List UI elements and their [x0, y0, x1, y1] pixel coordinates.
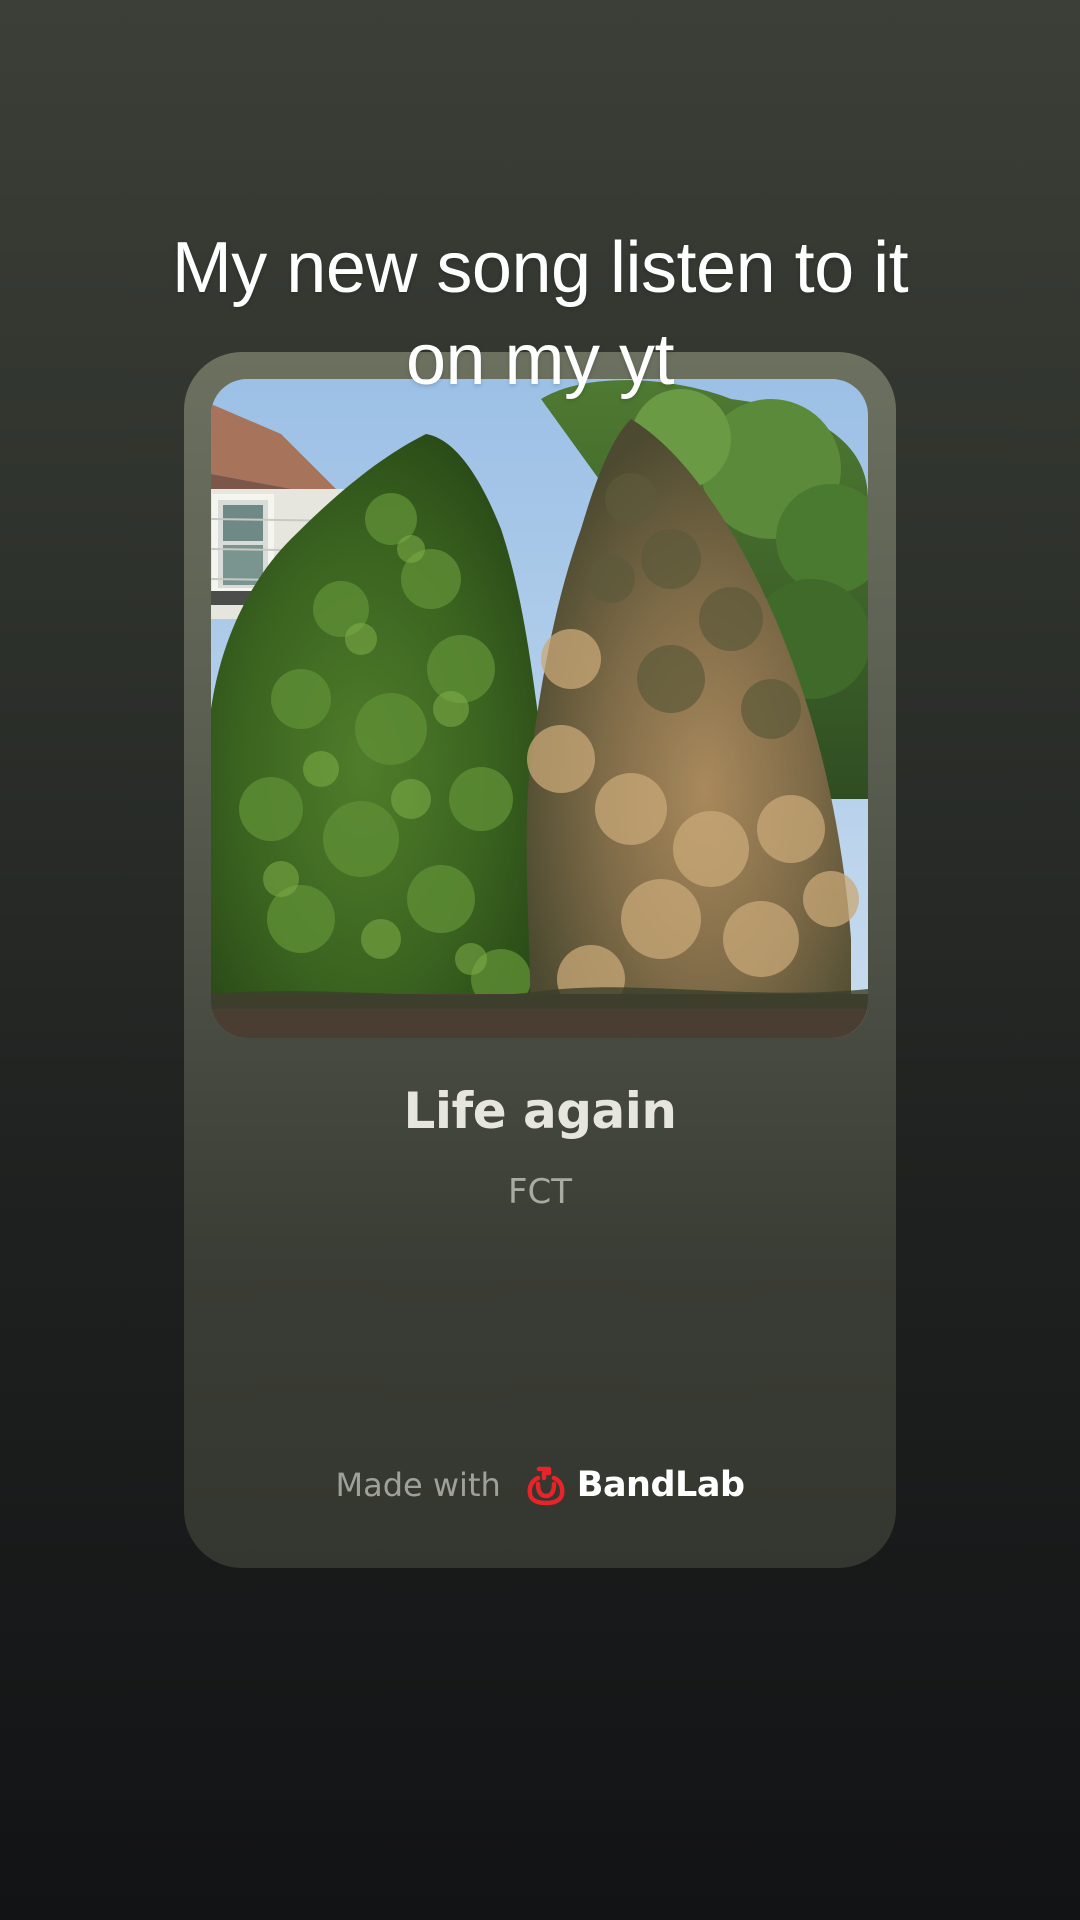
video-caption: My new song listen to it on my yt [0, 222, 1080, 406]
made-with-footer: Made with BandLab [0, 1464, 1080, 1506]
caption-line-2: on my yt [405, 320, 675, 400]
bandlab-brand-name: BandLab [576, 1465, 745, 1505]
album-artwork [211, 379, 868, 1038]
song-title: Life again [403, 1082, 677, 1140]
artist-name: FCT [507, 1172, 573, 1212]
song-card[interactable] [184, 352, 896, 1568]
bandlab-logo-icon [525, 1464, 567, 1506]
caption-line-1: My new song listen to it [171, 228, 909, 308]
made-with-label: Made with [335, 1466, 501, 1504]
artwork-image [211, 379, 868, 1038]
